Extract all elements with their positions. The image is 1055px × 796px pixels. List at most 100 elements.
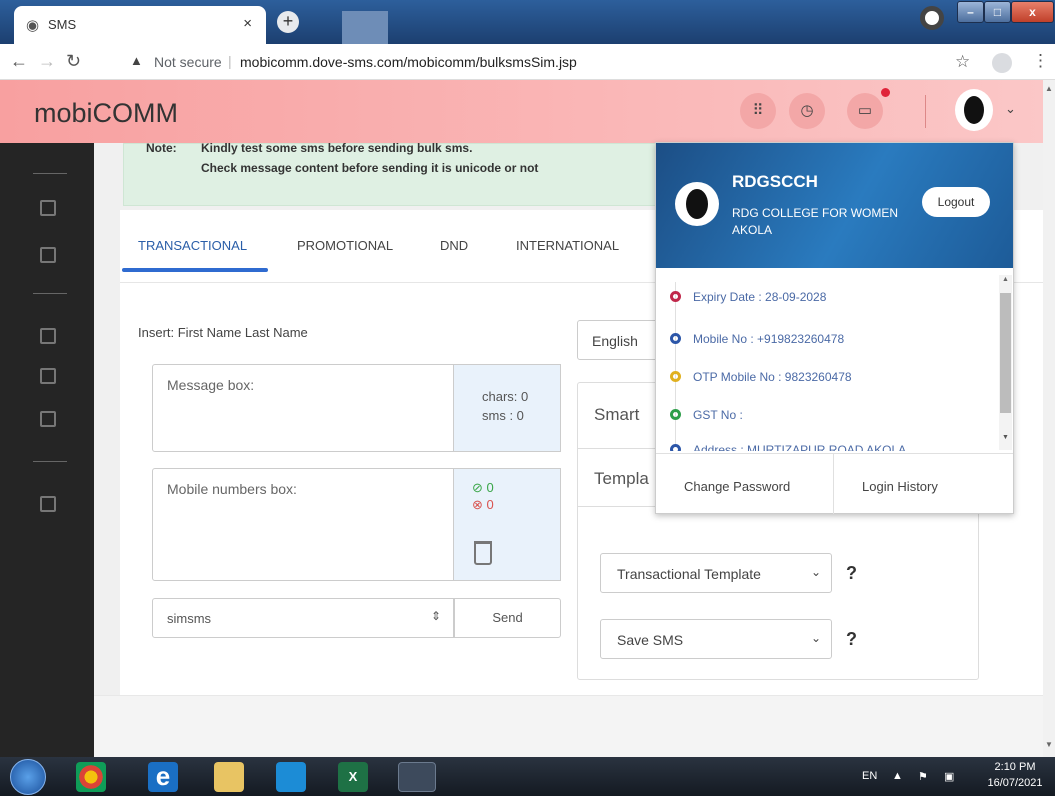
mobile-counter: ⊘ 0 ⊗ 0 (454, 468, 561, 581)
tab-transactional[interactable]: TRANSACTIONAL (138, 238, 247, 253)
browser-tab-sms[interactable]: ◉ SMS × (14, 6, 266, 44)
profile-actions: Change Password Login History (656, 453, 1013, 514)
brand-logo[interactable]: mobiCOMM (34, 98, 178, 129)
chevron-down-icon: ⌄ (810, 631, 821, 645)
login-history-link[interactable]: Login History (862, 479, 938, 494)
detail-expiry: Expiry Date : 28-09-2028 (670, 290, 826, 304)
ring-icon (670, 409, 681, 420)
language-value: English (592, 333, 638, 349)
page-scrollbar[interactable]: ▲ ▼ (1043, 80, 1055, 757)
note-line-1: Kindly test some sms before sending bulk… (201, 141, 473, 155)
note-line-2: Check message content before sending it … (201, 161, 539, 175)
logout-button[interactable]: Logout (922, 187, 990, 217)
ring-icon (670, 371, 681, 382)
tab-promotional[interactable]: PROMOTIONAL (297, 238, 393, 253)
active-tab-indicator (122, 268, 268, 272)
save-help-icon[interactable]: ? (846, 629, 857, 650)
back-arrow-icon[interactable]: ← (10, 51, 28, 72)
sidebar-clipboard-icon[interactable] (40, 328, 56, 344)
tab-international[interactable]: INTERNATIONAL (516, 238, 619, 253)
user-avatar[interactable] (955, 89, 993, 131)
chars-count: chars: 0 (482, 389, 529, 404)
profile-name: RDGSCCH (732, 172, 818, 191)
folder-taskbar-icon[interactable] (398, 762, 436, 792)
explorer-taskbar-icon[interactable] (214, 762, 244, 792)
network-icon[interactable]: ▣ (944, 770, 954, 783)
language-indicator[interactable]: EN (862, 770, 877, 782)
message-counter: chars: 0 sms : 0 (454, 364, 561, 452)
sidebar-divider (33, 293, 67, 294)
reload-icon[interactable]: ↻ (66, 51, 81, 72)
tab-dnd[interactable]: DND (440, 238, 468, 253)
sms-count: sms : 0 (482, 408, 524, 423)
template-help-icon[interactable]: ? (846, 563, 857, 584)
sidebar-report-icon[interactable] (40, 368, 56, 384)
send-button[interactable]: Send (454, 598, 561, 638)
save-sms-select[interactable]: Save SMS ⌄ (600, 619, 832, 659)
details-scrollbar[interactable]: ▲ ▼ (999, 275, 1012, 450)
detail-text: OTP Mobile No : 9823260478 (693, 370, 852, 384)
trash-icon[interactable] (474, 541, 492, 565)
sidebar-settings-icon[interactable] (40, 496, 56, 512)
new-tab-button[interactable]: + (277, 11, 299, 33)
ring-icon (670, 333, 681, 344)
windows-start-button[interactable] (10, 759, 46, 795)
chrome-indicator-icon (920, 6, 944, 30)
sim-select-value: simsms (167, 611, 212, 626)
excel-taskbar-icon[interactable]: X (338, 762, 368, 792)
scroll-up-icon[interactable]: ▲ (1045, 84, 1053, 93)
language-select[interactable]: English (577, 320, 667, 360)
header-divider (925, 95, 926, 128)
detail-address: Address : MURTIZAPUR ROAD AKOLA (670, 443, 906, 451)
scroll-up-icon[interactable]: ▲ (1002, 276, 1009, 283)
detail-text: Mobile No : +919823260478 (693, 332, 845, 346)
tab-close-icon[interactable]: × (243, 15, 252, 32)
browser-menu-icon[interactable]: ⋮ (1032, 51, 1049, 71)
message-placeholder: Message box: (167, 377, 255, 393)
scroll-down-icon[interactable]: ▼ (1002, 434, 1009, 441)
media-taskbar-icon[interactable] (276, 762, 306, 792)
sidebar-document-icon[interactable] (40, 411, 56, 427)
insert-fields-label[interactable]: Insert: First Name Last Name (138, 325, 308, 340)
detail-mobile: Mobile No : +919823260478 (670, 332, 844, 346)
flag-icon[interactable]: ⚑ (918, 770, 928, 783)
forward-arrow-icon[interactable]: → (38, 51, 56, 72)
address-bar[interactable]: ▲ Not secure | mobicomm.dove-sms.com/mob… (124, 48, 1004, 76)
sidebar-sms-icon[interactable] (40, 200, 56, 216)
scroll-down-icon[interactable]: ▼ (1045, 740, 1053, 749)
chevron-down-icon[interactable]: ⌄ (1005, 101, 1016, 117)
monitor-icon[interactable]: ▭ (847, 93, 883, 129)
address-toolbar: ← → ↻ ▲ Not secure | mobicomm.dove-sms.c… (0, 44, 1055, 80)
maximize-button[interactable]: □ (984, 1, 1011, 23)
apps-grid-icon[interactable]: ⠿ (740, 93, 776, 129)
mobile-numbers-textarea[interactable]: Mobile numbers box: (152, 468, 454, 581)
profile-dropdown: RDGSCCH RDG COLLEGE FOR WOMEN AKOLA Logo… (655, 142, 1014, 514)
minimize-button[interactable]: – (957, 1, 984, 23)
tray-expand-icon[interactable]: ▲ (892, 770, 903, 782)
bookmark-star-icon[interactable]: ☆ (955, 52, 970, 72)
chevron-down-icon: ⌄ (810, 565, 821, 579)
page-footer (94, 695, 1043, 757)
detail-text: GST No : (693, 408, 743, 422)
sidebar-chat-icon[interactable] (40, 247, 56, 263)
ring-icon (670, 291, 681, 302)
x-circle-icon: ⊗ (472, 497, 483, 512)
chrome-taskbar-icon[interactable] (76, 762, 106, 792)
close-window-button[interactable]: x (1011, 1, 1054, 23)
template-select[interactable]: Transactional Template ⌄ (600, 553, 832, 593)
browser-profile-icon[interactable] (992, 53, 1012, 73)
message-textarea[interactable]: Message box: (152, 364, 454, 452)
sim-select[interactable]: simsms ⇕ (152, 598, 454, 638)
warning-icon: ▲ (130, 53, 143, 68)
clock-date[interactable]: 16/07/2021 (985, 777, 1045, 789)
scroll-thumb[interactable] (1000, 293, 1011, 413)
clock-time[interactable]: 2:10 PM (985, 761, 1045, 773)
change-password-link[interactable]: Change Password (684, 479, 790, 494)
url-text[interactable]: mobicomm.dove-sms.com/mobicomm/bulksmsSi… (240, 54, 577, 70)
ie-taskbar-icon[interactable]: e (148, 762, 178, 792)
profile-avatar (675, 182, 719, 226)
profile-details-list: Expiry Date : 28-09-2028 Mobile No : +91… (656, 268, 1001, 451)
notification-dot (881, 88, 890, 97)
clock-icon[interactable]: ◷ (789, 93, 825, 129)
mobile-placeholder: Mobile numbers box: (167, 481, 297, 497)
